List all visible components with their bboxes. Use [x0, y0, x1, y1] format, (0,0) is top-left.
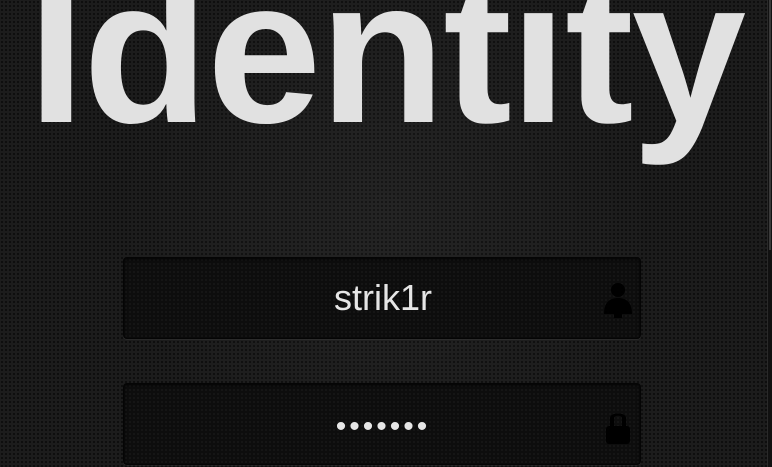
- lock-icon: [596, 404, 636, 448]
- username-input[interactable]: [124, 258, 642, 338]
- page-title: Identity: [27, 0, 746, 166]
- scrollbar-thumb[interactable]: [769, 0, 771, 250]
- scrollbar[interactable]: [767, 0, 772, 467]
- username-field[interactable]: [123, 257, 642, 339]
- password-field[interactable]: [123, 383, 642, 465]
- password-input[interactable]: [124, 384, 642, 464]
- user-icon: [596, 278, 636, 322]
